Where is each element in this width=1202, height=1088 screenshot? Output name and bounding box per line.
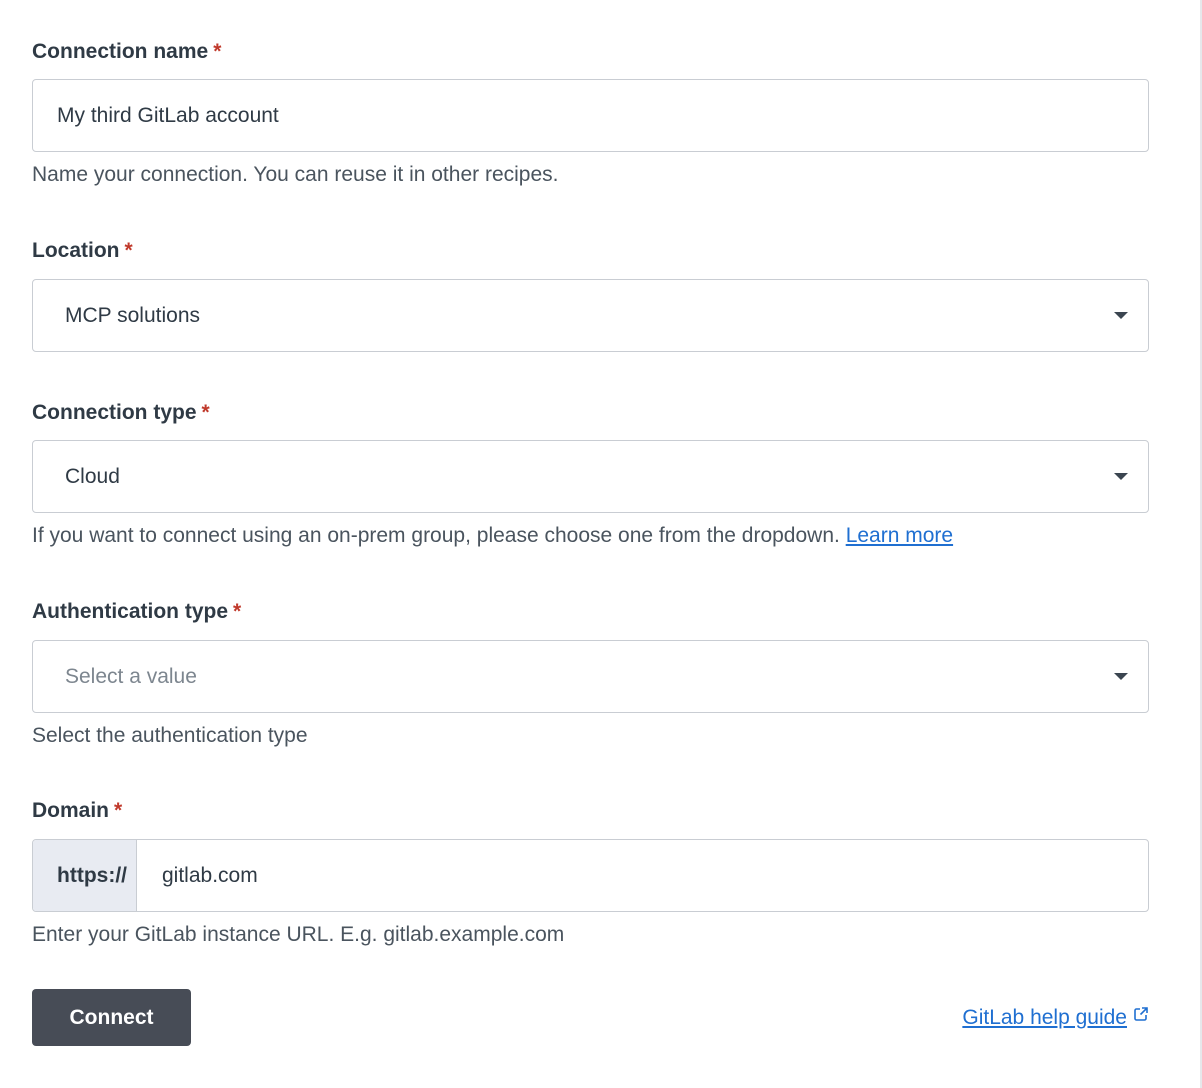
domain-prefix: https:// [33,840,137,911]
authentication-type-label: Authentication type * [32,600,242,623]
required-marker: * [233,600,242,623]
authentication-type-select[interactable]: Select a value [32,640,1149,713]
learn-more-link[interactable]: Learn more [846,524,953,547]
chevron-down-icon [1114,673,1128,680]
connection-name-input[interactable] [33,80,1148,151]
connection-name-field: Connection name* Name your connection. Y… [32,40,1149,186]
connection-type-field: Connection type * Cloud If you want to co… [32,401,1149,547]
authentication-type-help: Select the authentication type [32,724,308,747]
connection-type-select[interactable]: Cloud [32,440,1149,513]
domain-label: Domain * [32,799,123,822]
connection-form: Connection name* Name your connection. Y… [0,0,1202,1088]
external-link-icon [1133,1004,1149,1028]
domain-input[interactable] [138,840,1148,911]
connection-name-help: Name your connection. You can reuse it i… [32,163,559,186]
domain-field: Domain* https:// Enter your GitLab insta… [32,799,1149,946]
help-guide-label: GitLab help guide [962,1006,1127,1029]
authentication-type-placeholder: Select a value [65,665,197,688]
connection-type-help: If you want to connect using an on-prem … [32,524,954,547]
location-select[interactable]: MCP solutions [32,279,1149,352]
required-marker: * [201,401,210,424]
connect-button[interactable]: Connect [32,989,191,1046]
domain-help: Enter your GitLab instance URL. E.g. git… [32,923,565,946]
required-marker: * [124,239,133,262]
required-marker: * [213,40,222,63]
authentication-type-field: Authentication type * Select a value Sele… [32,600,1149,747]
domain-input-group: https:// [32,839,1149,912]
location-selected-value: MCP solutions [65,304,201,327]
connection-name-label: Connection name * [32,40,222,63]
location-label: Location * [32,239,133,262]
required-marker: * [114,799,123,822]
connection-type-label: Connection type * [32,401,210,424]
connection-type-selected-value: Cloud [65,465,120,488]
location-field: Location * MCP solutions [32,239,1149,352]
chevron-down-icon [1114,473,1128,480]
chevron-down-icon [1114,312,1128,319]
connection-name-box [32,79,1149,152]
gitlab-help-guide-link[interactable]: GitLab help guide [962,1006,1149,1030]
